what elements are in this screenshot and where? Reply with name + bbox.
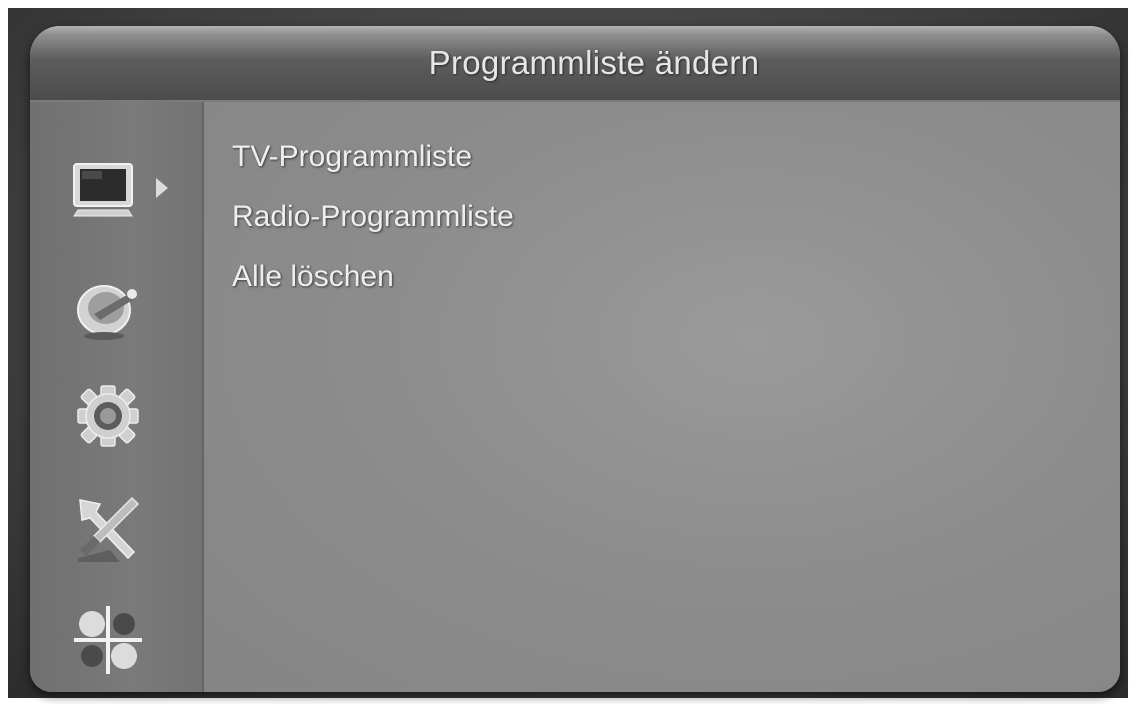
menu-item-delete-all[interactable]: Alle löschen	[232, 260, 394, 294]
page-title: Programmliste ändern	[428, 44, 760, 81]
tools-icon	[78, 496, 140, 562]
menu-content: TV-Programmliste Radio-Programmliste All…	[204, 102, 1120, 692]
selection-arrow-icon	[156, 178, 168, 198]
menu-window: Programmliste ändern TV-Programmliste Ra…	[30, 26, 1120, 692]
sidebar-item-settings[interactable]	[70, 378, 146, 454]
tv-screen: Programmliste ändern TV-Programmliste Ra…	[8, 8, 1128, 698]
tv-icon	[73, 163, 133, 217]
sidebar-item-satellite[interactable]	[70, 266, 146, 342]
gear-icon	[77, 385, 139, 447]
sidebar-item-tv[interactable]	[70, 154, 146, 230]
satellite-dish-icon	[77, 285, 137, 340]
sidebar-item-apps[interactable]	[70, 602, 146, 678]
title-bar: Programmliste ändern	[30, 26, 1120, 102]
sidebar-item-tools[interactable]	[70, 490, 146, 566]
sidebar	[30, 102, 204, 692]
menu-item-radio-list[interactable]: Radio-Programmliste	[232, 200, 514, 234]
menu-item-tv-list[interactable]: TV-Programmliste	[232, 140, 472, 174]
apps-grid-icon	[74, 606, 142, 674]
